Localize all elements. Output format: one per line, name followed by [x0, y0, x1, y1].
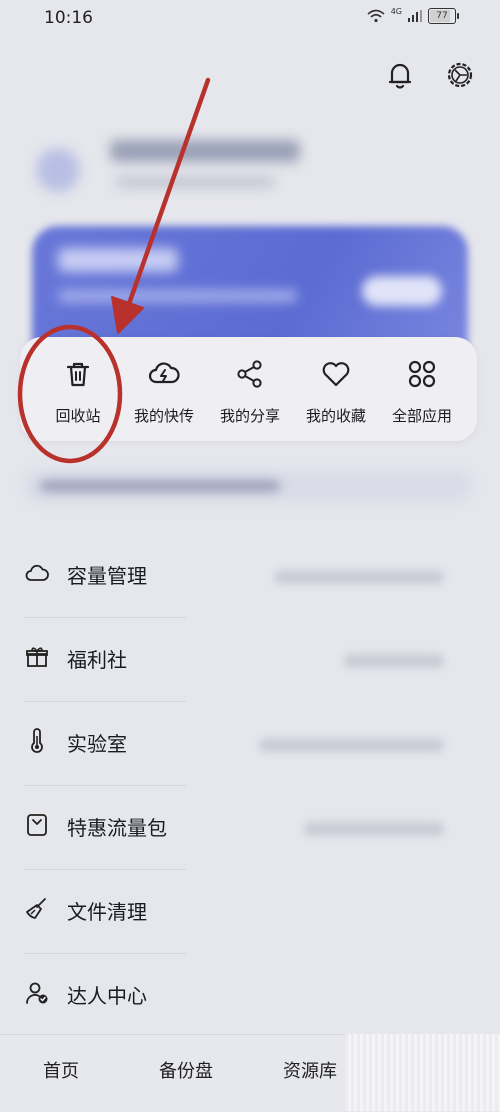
menu-value-redacted	[259, 738, 444, 752]
quick-action-recycle-bin[interactable]: 回收站	[34, 337, 122, 441]
package-icon	[27, 814, 47, 836]
menu-value-redacted	[344, 654, 444, 668]
menu-item-file-cleanup[interactable]: 文件清理	[0, 870, 500, 954]
bell-icon[interactable]	[383, 58, 417, 92]
quick-actions-panel: 回收站 我的快传 我的分享 我的收藏 全部应用	[20, 337, 477, 441]
trash-icon	[66, 362, 90, 387]
share-icon	[237, 360, 262, 388]
status-time: 10:16	[44, 8, 93, 28]
nav-backup[interactable]: 备份盘	[159, 1057, 213, 1083]
menu-label: 福利社	[67, 648, 127, 672]
username-redacted	[110, 140, 300, 162]
gift-icon	[26, 647, 48, 667]
menu-value-redacted	[304, 822, 444, 836]
menu-item-data-package[interactable]: 特惠流量包	[0, 786, 500, 870]
heart-icon	[322, 362, 350, 387]
wifi-icon	[367, 9, 385, 23]
quick-action-label: 我的收藏	[305, 407, 366, 425]
quick-action-label: 全部应用	[391, 407, 452, 425]
apps-grid-icon	[408, 360, 436, 388]
battery-icon: 77	[428, 8, 459, 24]
menu-label: 达人中心	[67, 984, 147, 1008]
settings-icon[interactable]	[443, 58, 477, 92]
thermometer-icon	[31, 728, 43, 753]
nav-home[interactable]: 首页	[43, 1057, 79, 1083]
membership-button-redacted[interactable]	[362, 276, 442, 306]
verified-user-icon	[26, 982, 48, 1004]
menu-item-expert-center[interactable]: 达人中心	[0, 954, 500, 1038]
quick-action-favorites[interactable]: 我的收藏	[292, 337, 380, 441]
menu-label: 文件清理	[67, 900, 147, 924]
signal-icon	[408, 10, 422, 22]
quick-action-label: 我的快传	[133, 407, 194, 425]
membership-title-redacted	[58, 248, 178, 272]
battery-level: 77	[436, 11, 448, 21]
menu-label: 容量管理	[67, 564, 147, 588]
membership-subtitle-redacted	[58, 290, 298, 302]
avatar[interactable]	[36, 148, 80, 192]
nav-resources[interactable]: 资源库	[283, 1057, 337, 1083]
broom-icon	[26, 898, 46, 919]
quick-action-quick-transfer[interactable]: 我的快传	[120, 337, 208, 441]
watermark	[345, 1034, 500, 1111]
notice-text-redacted	[40, 480, 280, 492]
menu-label: 特惠流量包	[67, 816, 167, 840]
quick-action-my-shares[interactable]: 我的分享	[206, 337, 294, 441]
quick-action-label: 我的分享	[219, 407, 280, 425]
menu-item-lab[interactable]: 实验室	[0, 702, 500, 786]
network-label: 4G	[390, 6, 402, 16]
menu-item-welfare[interactable]: 福利社	[0, 618, 500, 702]
quick-action-all-apps[interactable]: 全部应用	[378, 337, 466, 441]
menu-item-storage[interactable]: 容量管理	[0, 534, 500, 618]
quick-action-label: 回收站	[55, 407, 101, 425]
cloud-outline-icon	[25, 564, 49, 581]
menu-value-redacted	[274, 570, 444, 584]
cloud-bolt-icon	[148, 362, 180, 384]
user-subtitle-redacted	[115, 176, 275, 188]
menu-label: 实验室	[67, 732, 127, 756]
status-icons: 4G 77	[367, 6, 459, 24]
